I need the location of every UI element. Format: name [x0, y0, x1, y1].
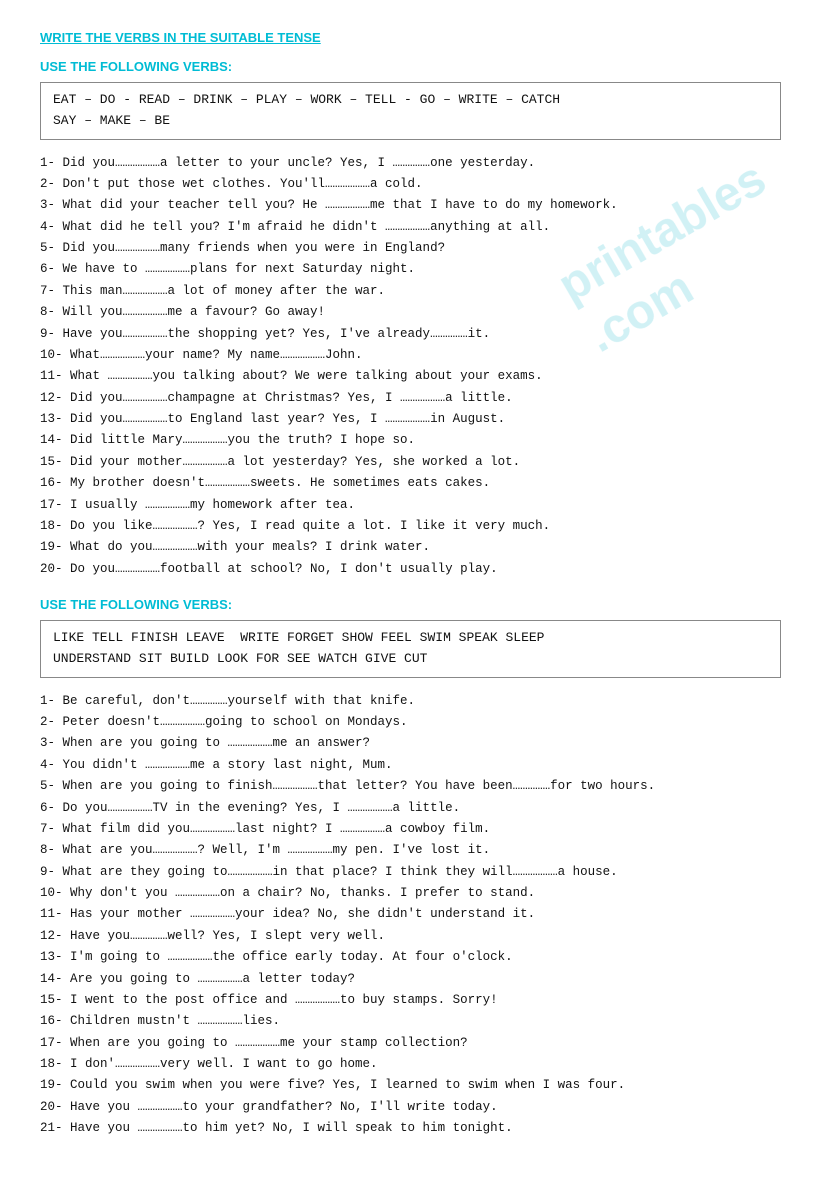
list-item: 3- What did your teacher tell you? He ………	[40, 196, 781, 215]
list-item: 10- What………………your name? My name………………Jo…	[40, 346, 781, 365]
list-item: 12- Did you………………champagne at Christmas?…	[40, 389, 781, 408]
list-item: 19- Could you swim when you were five? Y…	[40, 1076, 781, 1095]
list-item: 3- When are you going to ………………me an ans…	[40, 734, 781, 753]
list-item: 20- Have you ………………to your grandfather? …	[40, 1098, 781, 1117]
list-item: 8- What are you………………? Well, I'm ………………m…	[40, 841, 781, 860]
list-item: 6- Do you………………TV in the evening? Yes, I…	[40, 799, 781, 818]
list-item: 13- Did you………………to England last year? Y…	[40, 410, 781, 429]
section2-exercise-list: 1- Be careful, don't……………yourself with t…	[40, 692, 781, 1139]
list-item: 18- Do you like………………? Yes, I read quite…	[40, 517, 781, 536]
main-title: WRITE THE VERBS IN THE SUITABLE TENSE	[40, 30, 781, 45]
section2-title: USE THE FOLLOWING VERBS:	[40, 597, 781, 612]
list-item: 15- Did your mother………………a lot yesterday…	[40, 453, 781, 472]
section1-verb-box: EAT – DO - READ – DRINK – PLAY – WORK – …	[40, 82, 781, 140]
list-item: 9- Have you………………the shopping yet? Yes, …	[40, 325, 781, 344]
list-item: 19- What do you………………with your meals? I …	[40, 538, 781, 557]
list-item: 1- Did you………………a letter to your uncle? …	[40, 154, 781, 173]
list-item: 21- Have you ………………to him yet? No, I wil…	[40, 1119, 781, 1138]
list-item: 12- Have you……………well? Yes, I slept very…	[40, 927, 781, 946]
list-item: 5- Did you………………many friends when you we…	[40, 239, 781, 258]
list-item: 16- Children mustn't ………………lies.	[40, 1012, 781, 1031]
list-item: 13- I'm going to ………………the office early …	[40, 948, 781, 967]
list-item: 7- What film did you………………last night? I …	[40, 820, 781, 839]
list-item: 11- What ………………you talking about? We wer…	[40, 367, 781, 386]
list-item: 10- Why don't you ………………on a chair? No, …	[40, 884, 781, 903]
list-item: 17- When are you going to ………………me your …	[40, 1034, 781, 1053]
list-item: 9- What are they going to………………in that p…	[40, 863, 781, 882]
list-item: 2- Don't put those wet clothes. You'll………	[40, 175, 781, 194]
list-item: 8- Will you………………me a favour? Go away!	[40, 303, 781, 322]
list-item: 20- Do you………………football at school? No, …	[40, 560, 781, 579]
list-item: 16- My brother doesn't………………sweets. He s…	[40, 474, 781, 493]
list-item: 2- Peter doesn't………………going to school on…	[40, 713, 781, 732]
list-item: 17- I usually ………………my homework after te…	[40, 496, 781, 515]
list-item: 7- This man………………a lot of money after th…	[40, 282, 781, 301]
list-item: 14- Did little Mary………………you the truth? …	[40, 431, 781, 450]
list-item: 14- Are you going to ………………a letter toda…	[40, 970, 781, 989]
list-item: 5- When are you going to finish………………tha…	[40, 777, 781, 796]
list-item: 18- I don'………………very well. I want to go …	[40, 1055, 781, 1074]
section2-verb-box: LIKE TELL FINISH LEAVE WRITE FORGET SHOW…	[40, 620, 781, 678]
list-item: 6- We have to ………………plans for next Satur…	[40, 260, 781, 279]
list-item: 4- You didn't ………………me a story last nigh…	[40, 756, 781, 775]
section1-exercise-list: 1- Did you………………a letter to your uncle? …	[40, 154, 781, 580]
list-item: 4- What did he tell you? I'm afraid he d…	[40, 218, 781, 237]
list-item: 1- Be careful, don't……………yourself with t…	[40, 692, 781, 711]
list-item: 15- I went to the post office and …………………	[40, 991, 781, 1010]
section1-title: USE THE FOLLOWING VERBS:	[40, 59, 781, 74]
list-item: 11- Has your mother ………………your idea? No,…	[40, 905, 781, 924]
